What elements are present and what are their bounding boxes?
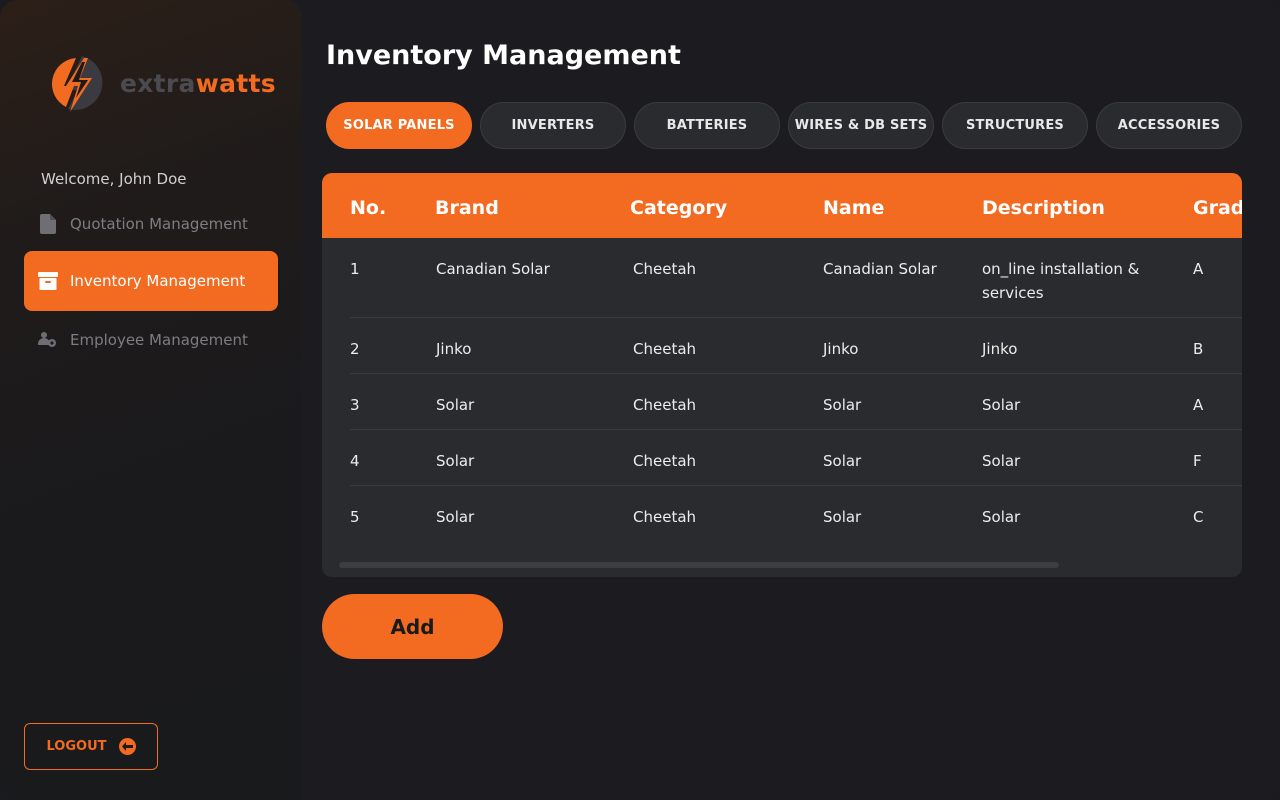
cell-brand: Solar <box>436 396 475 414</box>
table-row[interactable]: 4 Solar Cheetah Solar Solar F <box>350 430 1242 486</box>
cell-description: Solar <box>982 452 1021 470</box>
logout-button[interactable]: LOGOUT <box>24 723 158 770</box>
sidebar-item-label: Quotation Management <box>70 215 248 233</box>
brand-wordmark: extrawatts <box>120 69 276 98</box>
cell-name: Solar <box>823 396 862 414</box>
cell-grade: F <box>1193 452 1202 470</box>
cell-description: Solar <box>982 396 1021 414</box>
brand-name-part1: extra <box>120 68 196 98</box>
cell-grade: A <box>1193 260 1204 278</box>
cell-category: Cheetah <box>633 508 697 526</box>
column-header-no[interactable]: No. <box>350 197 386 219</box>
cell-grade: A <box>1193 396 1204 414</box>
cell-brand: Solar <box>436 508 475 526</box>
sidebar: extrawatts Welcome, John Doe Quotation M… <box>0 0 302 800</box>
column-header-name[interactable]: Name <box>823 197 884 219</box>
main-content: Inventory Management SOLAR PANELS INVERT… <box>302 0 1280 800</box>
sidebar-item-label: Inventory Management <box>70 272 246 290</box>
sidebar-item-label: Employee Management <box>70 331 248 349</box>
cell-no: 3 <box>350 396 360 414</box>
horizontal-scrollbar[interactable] <box>339 562 1059 568</box>
column-header-brand[interactable]: Brand <box>435 197 499 219</box>
tab-solar-panels[interactable]: SOLAR PANELS <box>326 102 472 149</box>
cell-brand: Solar <box>436 452 475 470</box>
document-icon <box>38 214 58 234</box>
cell-name: Jinko <box>823 340 859 358</box>
cell-no: 5 <box>350 508 360 526</box>
cell-brand: Jinko <box>436 340 472 358</box>
column-header-category[interactable]: Category <box>630 197 727 219</box>
table-row[interactable]: 5 Solar Cheetah Solar Solar C <box>350 486 1242 542</box>
cell-no: 4 <box>350 452 360 470</box>
column-header-grade[interactable]: Grad <box>1193 197 1242 219</box>
cell-description: Solar <box>982 508 1021 526</box>
brand-name-part2: watts <box>195 68 276 98</box>
sidebar-item-quotation-management[interactable]: Quotation Management <box>24 194 278 254</box>
inventory-table: No. Brand Category Name Description Grad… <box>322 173 1242 577</box>
tab-inverters[interactable]: INVERTERS <box>480 102 626 149</box>
cell-category: Cheetah <box>633 340 697 358</box>
cell-no: 1 <box>350 260 360 278</box>
add-button[interactable]: Add <box>322 594 503 659</box>
cell-grade: B <box>1193 340 1204 358</box>
cell-category: Cheetah <box>633 396 697 414</box>
tab-batteries[interactable]: BATTERIES <box>634 102 780 149</box>
cell-category: Cheetah <box>633 260 697 278</box>
table-row[interactable]: 2 Jinko Cheetah Jinko Jinko B <box>350 318 1242 374</box>
column-header-description[interactable]: Description <box>982 197 1105 219</box>
cell-name: Solar <box>823 508 862 526</box>
table-row[interactable]: 1 Canadian Solar Cheetah Canadian Solar … <box>350 238 1242 318</box>
cell-brand: Canadian Solar <box>436 260 550 278</box>
category-tabs: SOLAR PANELS INVERTERS BATTERIES WIRES &… <box>326 102 1242 149</box>
tab-structures[interactable]: STRUCTURES <box>942 102 1088 149</box>
cell-description: Jinko <box>982 340 1018 358</box>
page-title: Inventory Management <box>326 40 681 71</box>
app-window: extrawatts Welcome, John Doe Quotation M… <box>0 0 1280 800</box>
cell-no: 2 <box>350 340 360 358</box>
tab-accessories[interactable]: ACCESSORIES <box>1096 102 1242 149</box>
cell-grade: C <box>1193 508 1204 526</box>
users-gear-icon <box>38 330 58 350</box>
table-body: 1 Canadian Solar Cheetah Canadian Solar … <box>322 238 1242 542</box>
cell-name: Canadian Solar <box>823 260 937 278</box>
sidebar-item-inventory-management[interactable]: Inventory Management <box>24 251 278 311</box>
archive-box-icon <box>38 271 58 291</box>
cell-description: on_line installation & services <box>982 260 1140 302</box>
logout-arrow-icon <box>118 738 136 755</box>
table-header-row: No. Brand Category Name Description Grad <box>322 173 1242 238</box>
welcome-text: Welcome, John Doe <box>41 170 187 188</box>
cell-name: Solar <box>823 452 862 470</box>
tab-wires-db-sets[interactable]: WIRES & DB SETS <box>788 102 934 149</box>
cell-category: Cheetah <box>633 452 697 470</box>
logout-label: LOGOUT <box>46 739 107 754</box>
sidebar-item-employee-management[interactable]: Employee Management <box>24 310 278 370</box>
lightning-logo-icon <box>52 56 103 112</box>
brand-logo: extrawatts <box>52 52 276 114</box>
table-row[interactable]: 3 Solar Cheetah Solar Solar A <box>350 374 1242 430</box>
